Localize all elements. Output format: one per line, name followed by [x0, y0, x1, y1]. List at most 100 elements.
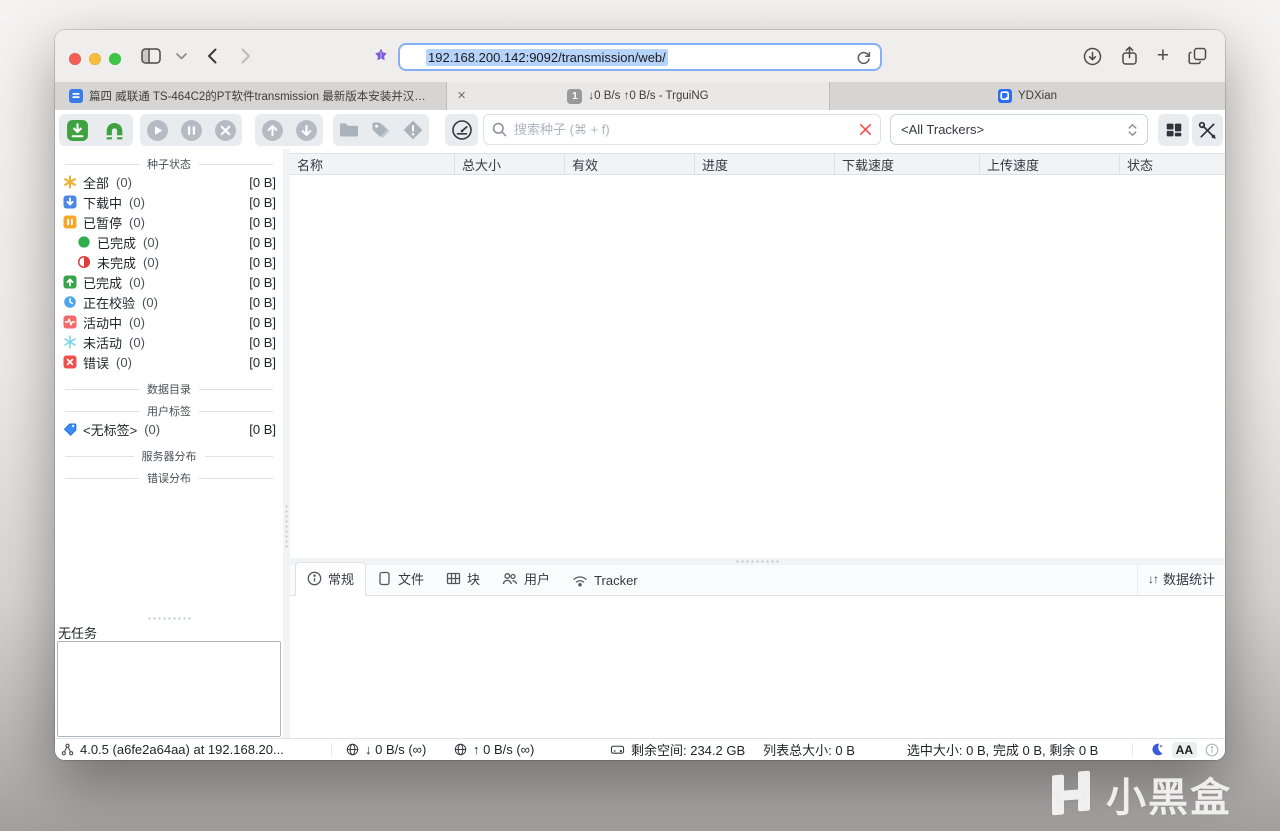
disk-icon — [610, 743, 625, 756]
xiaoheihe-logo-icon — [1048, 768, 1094, 819]
tab-ydxian[interactable]: YDXian — [830, 82, 1225, 110]
filter-count: (0) — [116, 174, 132, 190]
close-tab-icon[interactable]: ✕ — [457, 89, 466, 102]
queue-move-up-button[interactable] — [257, 115, 287, 145]
column-total-size[interactable]: 总大小 — [455, 154, 565, 174]
file-icon — [377, 571, 392, 586]
tab-pieces[interactable]: 块 — [435, 563, 491, 595]
priority-button[interactable] — [398, 115, 428, 145]
clear-search-icon[interactable] — [859, 123, 872, 136]
torrent-table-body[interactable] — [290, 175, 1225, 558]
filter-inactive[interactable]: 未活动 (0) [0 B] — [55, 332, 283, 352]
info-icon[interactable] — [1205, 743, 1219, 757]
error-square-icon — [63, 355, 77, 369]
tab-label: 文件 — [398, 572, 425, 587]
free-space-text: 剩余空间: 234.2 GB — [631, 743, 746, 758]
filter-label: 已完成 — [83, 275, 123, 291]
tab-tracker[interactable]: Tracker — [561, 567, 649, 595]
filter-all[interactable]: 全部 (0) [0 B] — [55, 172, 283, 192]
tab-files[interactable]: 文件 — [366, 563, 435, 595]
filter-label: 正在校验 — [83, 295, 136, 311]
details-tabbar: 常规 文件 块 用户 Tracker ↓↑ 数据统计 — [290, 562, 1225, 596]
column-upload-speed[interactable]: 上传速度 — [980, 154, 1120, 174]
stats-button[interactable]: ↓↑ 数据统计 — [1136, 563, 1225, 595]
move-folder-button[interactable] — [334, 115, 364, 145]
asterisk-icon — [63, 175, 77, 189]
font-size-button[interactable]: AA — [1171, 741, 1197, 758]
new-tab-button[interactable]: + — [1157, 45, 1169, 66]
filter-size: [0 B] — [249, 194, 276, 210]
details-content — [290, 596, 1225, 738]
splitter-handle[interactable] — [284, 504, 289, 550]
ydxian-favicon-icon — [998, 89, 1012, 103]
url-field[interactable]: 192.168.200.142:9092/transmission/web/ — [398, 43, 882, 71]
column-status[interactable]: 状态 — [1120, 154, 1225, 174]
zoom-window-button[interactable] — [109, 53, 121, 65]
sidebar-splitter[interactable] — [283, 149, 290, 738]
filter-size: [0 B] — [249, 294, 276, 310]
layout-button[interactable] — [1158, 114, 1189, 146]
tab-title: YDXian — [1018, 90, 1057, 102]
add-torrent-file-button[interactable] — [63, 115, 93, 145]
section-trackers: 服务器分布 — [55, 448, 283, 464]
filter-count: (0) — [116, 354, 132, 370]
tab-favicon-badge: 1 — [567, 88, 583, 104]
document-favicon-icon — [69, 89, 83, 103]
close-window-button[interactable] — [69, 53, 81, 65]
filter-verifying[interactable]: 正在校验 (0) [0 B] — [55, 292, 283, 312]
back-button[interactable] — [207, 48, 217, 64]
filter-count: (0) — [129, 274, 145, 290]
search-input[interactable] — [514, 122, 852, 137]
filter-paused[interactable]: 已暂停 (0) [0 B] — [55, 212, 283, 232]
tab-trguing-active[interactable]: ✕ 1 ↓0 B/s ↑0 B/s - TrguiNG — [447, 82, 830, 110]
green-circle-icon — [77, 235, 91, 249]
tasks-splitter-handle[interactable] — [147, 616, 191, 622]
tab-peers[interactable]: 用户 — [491, 563, 561, 595]
tab-general[interactable]: 常规 — [295, 562, 367, 596]
extension-icon[interactable] — [373, 48, 389, 64]
column-have[interactable]: 有效 — [565, 154, 695, 174]
pause-torrent-button[interactable] — [176, 115, 206, 145]
column-name[interactable]: 名称 — [290, 154, 455, 174]
downloads-icon[interactable] — [1083, 47, 1102, 66]
section-errors: 错误分布 — [55, 470, 283, 486]
filter-error[interactable]: 错误 (0) [0 B] — [55, 352, 283, 372]
download-speed-text: ↓ 0 B/s (∞) — [365, 742, 427, 757]
watermark-text: 小黑盒 — [1106, 776, 1232, 820]
speed-limit-button[interactable] — [445, 114, 478, 146]
main-panel: 名称 总大小 有效 进度 下载速度 上传速度 状态 常规 文件 块 用户 Tra… — [290, 149, 1225, 738]
filter-count: (0) — [142, 294, 158, 310]
forward-button[interactable] — [241, 48, 251, 64]
add-magnet-button[interactable] — [100, 115, 130, 145]
sidebar-toggle-icon[interactable] — [141, 47, 162, 65]
filter-no-label[interactable]: <无标签> (0) [0 B] — [55, 419, 283, 439]
labels-button[interactable] — [366, 115, 396, 145]
filter-paused-incomplete[interactable]: 未完成 (0) [0 B] — [55, 252, 283, 272]
splitter-handle[interactable] — [735, 559, 781, 564]
column-download-speed[interactable]: 下载速度 — [835, 154, 980, 174]
column-progress[interactable]: 进度 — [695, 154, 835, 174]
remove-torrent-button[interactable] — [210, 115, 240, 145]
chevron-down-icon[interactable] — [176, 52, 187, 60]
filter-paused-complete[interactable]: 已完成 (0) [0 B] — [55, 232, 283, 252]
minimize-window-button[interactable] — [89, 53, 101, 65]
filter-active[interactable]: 活动中 (0) [0 B] — [55, 312, 283, 332]
tab-overview-icon[interactable] — [1188, 47, 1207, 65]
resume-torrent-button[interactable] — [142, 115, 172, 145]
queue-move-down-button[interactable] — [291, 115, 321, 145]
section-label: 服务器分布 — [141, 451, 197, 463]
section-label: 用户标签 — [147, 406, 191, 418]
upload-speed-text: ↑ 0 B/s (∞) — [473, 742, 535, 757]
trguing-app: <All Trackers> 种子状态 — [55, 110, 1225, 760]
filter-downloading[interactable]: 下载中 (0) [0 B] — [55, 192, 283, 212]
tab-tutorial[interactable]: 篇四 威联通 TS-464C2的PT软件transmission 最新版本安装并… — [55, 82, 447, 110]
global-upload-speed: ↑ 0 B/s (∞) — [454, 742, 596, 757]
settings-tools-button[interactable] — [1192, 114, 1223, 146]
reload-icon[interactable] — [856, 50, 871, 65]
tab-title: ↓0 B/s ↑0 B/s - TrguiNG — [588, 90, 709, 102]
tracker-filter-select[interactable]: <All Trackers> — [890, 114, 1148, 145]
activity-square-icon — [63, 315, 77, 329]
share-icon[interactable] — [1121, 46, 1138, 66]
filter-completed[interactable]: 已完成 (0) [0 B] — [55, 272, 283, 292]
dark-mode-moon-icon[interactable] — [1149, 742, 1164, 757]
